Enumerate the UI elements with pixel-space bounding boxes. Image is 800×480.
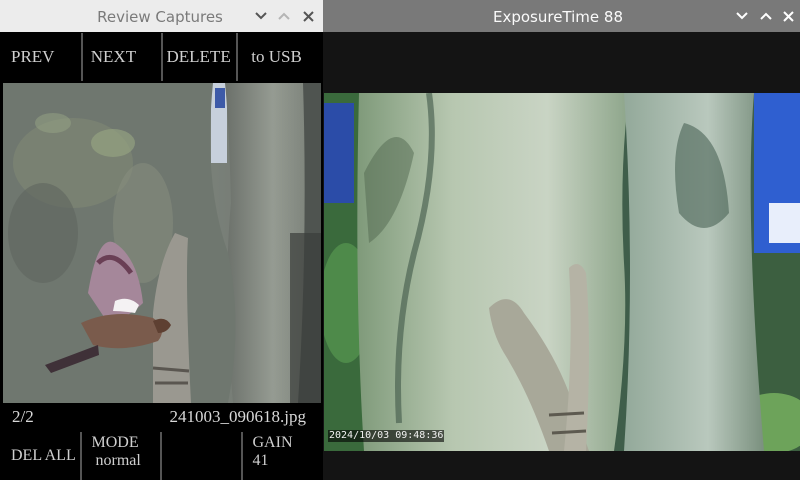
review-bottom-toolbar: DEL ALL MODE normal GAIN 41 <box>3 432 321 480</box>
close-icon[interactable] <box>299 6 317 26</box>
delete-all-label: DEL ALL <box>11 447 76 464</box>
chevron-up-icon[interactable] <box>275 6 293 26</box>
chevron-down-icon[interactable] <box>733 6 751 26</box>
chevron-up-icon[interactable] <box>757 6 775 26</box>
delete-all-button[interactable]: DEL ALL <box>3 432 80 480</box>
exposure-window-titlebar[interactable]: ExposureTime 88 <box>323 0 800 32</box>
mode-label: MODE <box>91 434 139 451</box>
image-filename: 241003_090618.jpg <box>169 407 306 426</box>
image-counter: 2/2 <box>12 407 34 426</box>
chevron-down-icon[interactable] <box>252 6 270 26</box>
prev-button[interactable]: PREV <box>3 33 81 81</box>
window-title: ExposureTime 88 <box>492 8 623 26</box>
mode-value: normal <box>95 452 141 469</box>
window-title: Review Captures <box>97 8 223 26</box>
next-button[interactable]: NEXT <box>82 33 161 81</box>
mode-button[interactable]: MODE normal <box>81 432 160 480</box>
image-info-bar: 2/2 241003_090618.jpg <box>3 403 321 431</box>
gain-button[interactable]: GAIN 41 <box>242 432 321 480</box>
delete-button[interactable]: DELETE <box>162 33 237 81</box>
review-toolbar: PREV NEXT DELETE to USB <box>3 33 321 81</box>
to-usb-button[interactable]: to USB <box>238 33 321 81</box>
blank-button[interactable] <box>162 432 241 480</box>
exposure-preview-window: ExposureTime 88 2024/10/03 09:48:36 <box>323 0 800 480</box>
capture-timestamp: 2024/10/03 09:48:36 <box>328 430 445 442</box>
gain-value: 41 <box>252 452 269 469</box>
close-icon[interactable] <box>779 6 797 26</box>
review-window-titlebar[interactable]: Review Captures <box>0 0 323 32</box>
captured-photo <box>3 83 321 403</box>
review-captures-window: Review Captures PREV NEXT DELETE to USB <box>0 0 323 480</box>
live-preview-image <box>324 93 800 451</box>
gain-label: GAIN <box>252 434 293 451</box>
